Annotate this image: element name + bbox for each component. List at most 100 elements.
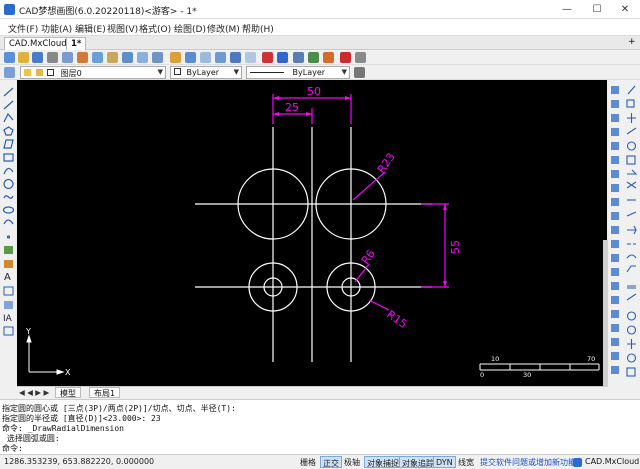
settings-icon[interactable]	[355, 52, 366, 63]
command-input[interactable]: 命令:	[2, 443, 23, 454]
pencil-icon[interactable]	[170, 52, 181, 63]
copy-icon[interactable]	[92, 52, 103, 63]
menu-file[interactable]: 文件(F)	[8, 22, 38, 35]
tab-layout1[interactable]: 布局1	[89, 387, 121, 398]
dim25-arrow-right	[306, 112, 312, 116]
menu-view[interactable]: 视图(V)	[107, 22, 138, 35]
etransmit-icon	[611, 310, 619, 318]
app-logo-icon	[4, 4, 15, 15]
cut-icon[interactable]	[77, 52, 88, 63]
trim-icon	[626, 211, 637, 217]
zoom-realtime-icon[interactable]	[152, 52, 163, 63]
table-icon	[3, 326, 14, 336]
osnap-toggle[interactable]: 对象捕捉	[364, 456, 402, 468]
layout-tab-bar: ◀ ◀ ▶ ▶ 模型 布局1	[17, 386, 608, 398]
ellipse-icon	[2, 206, 15, 214]
otrack-toggle[interactable]: 对象追踪	[399, 456, 437, 468]
brand-label: CAD.MxCloud	[585, 457, 640, 466]
grid-tool-icon[interactable]	[200, 52, 211, 63]
pan-icon[interactable]	[293, 52, 304, 63]
move-icon	[627, 169, 638, 175]
layer-properties-icon[interactable]	[4, 67, 15, 78]
match-properties-icon[interactable]	[122, 52, 133, 63]
layer-combo[interactable]: 图层0 ▼	[20, 66, 166, 79]
document-tab-bar: CAD.MxCloud 1* +	[0, 36, 640, 50]
ucs-x-label: X	[65, 368, 71, 377]
markup-icon	[611, 170, 619, 178]
menu-edit[interactable]: 编辑(E)	[75, 22, 106, 35]
lineweight-icon[interactable]	[354, 67, 365, 78]
minimize-button[interactable]: —	[556, 2, 578, 17]
dbconnect-icon	[611, 198, 619, 206]
menu-help[interactable]: 帮助(H)	[242, 22, 274, 35]
rotate-icon	[626, 141, 637, 151]
lineweight-toggle[interactable]: 线宽	[456, 456, 476, 468]
dyn-toggle[interactable]: DYN	[433, 456, 456, 468]
ucs-y-label: Y	[25, 327, 31, 336]
drawing-canvas[interactable]: 50 25 R23 55 R6 R15 Y X 10 70 0 30	[17, 80, 607, 386]
print-icon[interactable]	[47, 52, 58, 63]
redo-icon[interactable]	[277, 52, 288, 63]
drawing-svg: 50 25 R23 55 R6 R15 Y X 10 70 0 30	[25, 85, 600, 379]
tab-model[interactable]: 模型	[55, 387, 81, 398]
maximize-button[interactable]: ☐	[586, 2, 608, 17]
polar-toggle[interactable]: 极轴	[342, 456, 362, 468]
dim-label-25: 25	[285, 101, 299, 114]
text-tool-icon[interactable]	[230, 52, 241, 63]
linetype-combo[interactable]: ByLayer ▼	[246, 66, 350, 79]
table-tool-icon[interactable]	[245, 52, 256, 63]
add-tab-button[interactable]: +	[628, 37, 636, 47]
layer-manager-icon[interactable]	[308, 52, 319, 63]
extend-icon	[627, 225, 637, 235]
grid-toggle[interactable]: 栅格	[298, 456, 318, 468]
tab-cloud[interactable]: CAD.MxCloud	[4, 37, 72, 50]
title-bar: CAD梦想画图(6.0.20220118)<游客> - 1* — ☐ ✕	[0, 0, 640, 19]
properties-icon	[611, 100, 619, 108]
modify-tool-icons	[611, 85, 638, 377]
color-combo[interactable]: ByLayer ▼	[170, 66, 242, 79]
lightbulb-icon	[24, 69, 31, 76]
xref-icon	[611, 212, 619, 220]
dimension-tool-icon[interactable]	[215, 52, 226, 63]
dim-label-50: 50	[307, 85, 321, 98]
save-icon[interactable]	[32, 52, 43, 63]
plugin-icon[interactable]	[323, 52, 334, 63]
menu-modify[interactable]: 修改(M)	[207, 22, 240, 35]
line-tool-icon[interactable]	[185, 52, 196, 63]
r23-leader	[352, 171, 386, 201]
paste-icon[interactable]	[107, 52, 118, 63]
scale-icon	[626, 181, 637, 189]
menu-function[interactable]: 功能(A)	[41, 22, 72, 35]
make-block-icon	[4, 260, 13, 268]
join-icon	[627, 285, 636, 289]
point-icon	[6, 235, 11, 239]
new-file-icon[interactable]	[4, 52, 15, 63]
tab-document[interactable]: 1*	[66, 37, 87, 50]
open-file-icon[interactable]	[18, 52, 29, 63]
attribute-icon	[611, 268, 619, 276]
undo-icon[interactable]	[262, 52, 273, 63]
sheet-set-icon	[611, 156, 619, 164]
pdf-export-icon[interactable]	[340, 52, 351, 63]
dim-label-r6: R6	[359, 247, 378, 266]
ellipse-arc-icon	[3, 219, 14, 225]
shape-icon	[3, 139, 14, 149]
menu-draw[interactable]: 绘图(D)	[174, 22, 206, 35]
menu-format[interactable]: 格式(O)	[139, 22, 171, 35]
layout-nav-buttons[interactable]: ◀ ◀ ▶ ▶	[19, 388, 49, 397]
ortho-toggle[interactable]: 正交	[320, 456, 342, 468]
chevron-down-icon: ▼	[233, 68, 239, 76]
feedback-link[interactable]: 提交软件问题或增加新功能	[480, 457, 576, 468]
close-button[interactable]: ✕	[614, 2, 636, 17]
standard-toolbar	[0, 50, 640, 65]
zoom-window-icon[interactable]	[137, 52, 148, 63]
dim50-arrow-left	[273, 96, 279, 100]
mtext-icon: IA	[3, 314, 13, 324]
arc-icon	[3, 167, 14, 175]
print-preview-icon[interactable]	[62, 52, 73, 63]
polyline-icon	[3, 112, 14, 123]
text-tool-icon: A	[4, 272, 11, 283]
scale-label-70: 70	[587, 355, 595, 363]
image-icon	[611, 226, 619, 234]
layer-value: 图层0	[60, 69, 82, 78]
